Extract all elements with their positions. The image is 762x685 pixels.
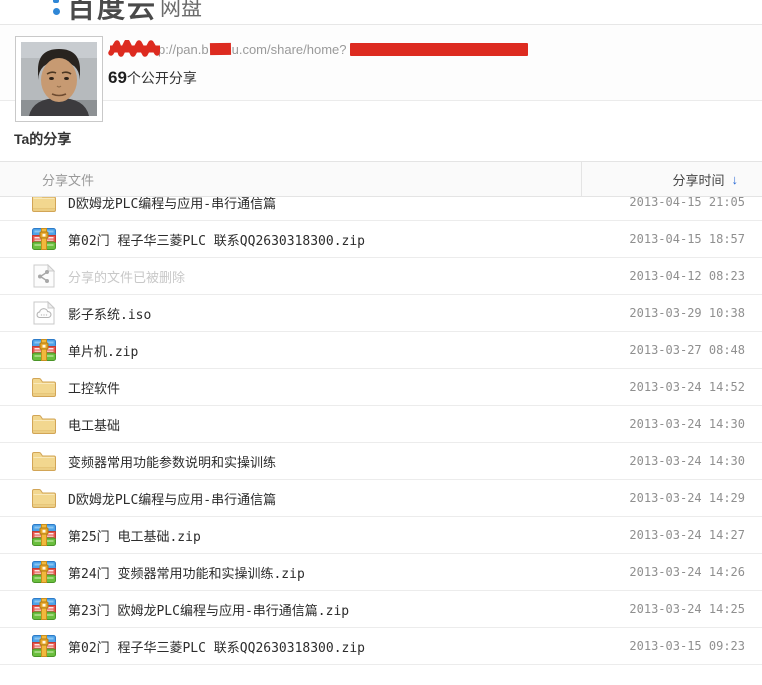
table-row[interactable]: 电工基础 2013-03-24 14:30 [0,406,762,443]
folder-icon [31,414,57,435]
share-date: 2013-04-15 18:57 [629,232,762,246]
share-date: 2013-03-24 14:29 [629,491,762,505]
file-name[interactable]: D欧姆龙PLC编程与应用-串行通信篇 [68,197,276,212]
redacted-username [108,40,162,58]
product-name: 网盘 [160,0,202,22]
share-date: 2013-04-15 21:05 [629,197,762,209]
table-row[interactable]: 第02门 程子华三菱PLC 联系QQ2630318300.zip 2013-03-… [0,628,762,665]
share-date: 2013-03-27 08:48 [629,343,762,357]
table-row[interactable]: 单片机.zip 2013-03-27 08:48 [0,332,762,369]
column-header-files: 分享文件 [0,162,581,196]
folder-icon [31,488,57,509]
deleted-share-icon [31,264,57,288]
zip-archive-icon [31,561,57,583]
share-list: D欧姆龙PLC编程与应用-串行通信篇 2013-04-15 21:05 第02门 … [0,197,762,683]
folder-icon [31,377,57,398]
logo-dot-icon [53,8,60,15]
folder-icon [31,488,57,509]
zip-archive-icon [32,339,56,361]
share-count-line: 69个公开分享 [108,68,528,88]
table-row[interactable]: 第25门 电工基础.zip 2013-03-24 14:27 [0,517,762,554]
zip-archive-icon [32,561,56,583]
avatar[interactable] [15,36,103,122]
zip-archive-icon [32,598,56,620]
folder-icon [31,377,57,398]
share-url-right: u.com/share/home? [232,42,347,57]
column-header-time-label: 分享时间 [672,170,724,189]
share-date: 2013-03-24 14:25 [629,602,762,616]
file-name[interactable]: 第23门 欧姆龙PLC编程与应用-串行通信篇.zip [68,600,349,619]
share-date: 2013-03-24 14:27 [629,528,762,542]
share-date: 2013-04-12 08:23 [629,269,762,283]
file-name[interactable]: 影子系统.iso [68,304,151,323]
iso-file-icon [31,301,57,325]
folder-icon [31,414,57,435]
folder-icon [31,451,57,472]
table-row[interactable]: 工控软件 2013-03-24 14:52 [0,369,762,406]
sort-descending-icon[interactable]: ↓ [732,172,739,187]
folder-icon [31,197,57,213]
file-name[interactable]: 第24门 变频器常用功能和实操训练.zip [68,563,305,582]
share-date: 2013-03-24 14:52 [629,380,762,394]
redacted-url-fragment [210,43,231,55]
file-name[interactable]: 单片机.zip [68,341,138,360]
zip-archive-icon [32,635,56,657]
zip-archive-icon [31,635,57,657]
column-header-time[interactable]: 分享时间 ↓ [581,162,762,196]
share-date: 2013-03-15 09:23 [629,639,762,653]
zip-archive-icon [31,598,57,620]
table-row[interactable]: 影子系统.iso 2013-03-29 10:38 [0,295,762,332]
share-count: 69 [108,68,127,87]
folder-icon [31,197,57,213]
iso-file-icon [33,301,55,325]
file-name[interactable]: 工控软件 [68,378,120,397]
zip-archive-icon [32,524,56,546]
file-name[interactable]: 变频器常用功能参数说明和实操训练 [68,452,276,471]
table-row[interactable]: 变频器常用功能参数说明和实操训练 2013-03-24 14:30 [0,443,762,480]
avatar-photo [21,42,97,116]
table-row[interactable]: 第23门 欧姆龙PLC编程与应用-串行通信篇.zip 2013-03-24 14:… [0,591,762,628]
profile-info: p://pan.b u.com/share/home? 69个公开分享 [108,40,528,88]
share-url-left: p://pan.b [158,42,209,57]
top-navbar: 百度云 网盘 [0,0,762,25]
share-date: 2013-03-24 14:26 [629,565,762,579]
share-count-label: 个公开分享 [127,70,197,86]
file-name[interactable]: 第02门 程子华三菱PLC 联系QQ2630318300.zip [68,637,365,656]
zip-archive-icon [31,524,57,546]
share-table: 分享文件 分享时间 ↓ D欧姆龙PLC编程与应用-串行通信篇 2013-04-15… [0,161,762,683]
zip-archive-icon [32,228,56,250]
zip-archive-icon [31,339,57,361]
share-date: 2013-03-29 10:38 [629,306,762,320]
table-row[interactable]: 分享的文件已被删除 2013-04-12 08:23 [0,258,762,295]
deleted-share-icon [33,264,55,288]
file-name: 分享的文件已被删除 [68,267,185,286]
table-row[interactable]: D欧姆龙PLC编程与应用-串行通信篇 2013-04-15 21:05 [0,197,762,221]
user-line: p://pan.b u.com/share/home? [108,40,528,58]
table-row[interactable]: D欧姆龙PLC编程与应用-串行通信篇 2013-03-24 14:29 [0,480,762,517]
baidu-pan-share-page: 百度云 网盘 [0,0,762,685]
folder-icon [31,451,57,472]
file-name[interactable]: 第25门 电工基础.zip [68,526,201,545]
file-name[interactable]: 第02门 程子华三菱PLC 联系QQ2630318300.zip [68,230,365,249]
file-name[interactable]: D欧姆龙PLC编程与应用-串行通信篇 [68,489,276,508]
table-row[interactable]: 第24门 变频器常用功能和实操训练.zip 2013-03-24 14:26 [0,554,762,591]
share-date: 2013-03-24 14:30 [629,417,762,431]
redacted-url-query [350,43,528,56]
table-row[interactable]: 第02门 程子华三菱PLC 联系QQ2630318300.zip 2013-04-… [0,221,762,258]
file-name[interactable]: 电工基础 [68,415,120,434]
logo-dot-icon [53,0,59,3]
zip-archive-icon [31,228,57,250]
table-header: 分享文件 分享时间 ↓ [0,161,762,197]
profile-header: p://pan.b u.com/share/home? 69个公开分享 [0,25,762,101]
page-title: Ta的分享 [14,129,762,147]
brand-name: 百度云 [67,0,157,25]
share-date: 2013-03-24 14:30 [629,454,762,468]
